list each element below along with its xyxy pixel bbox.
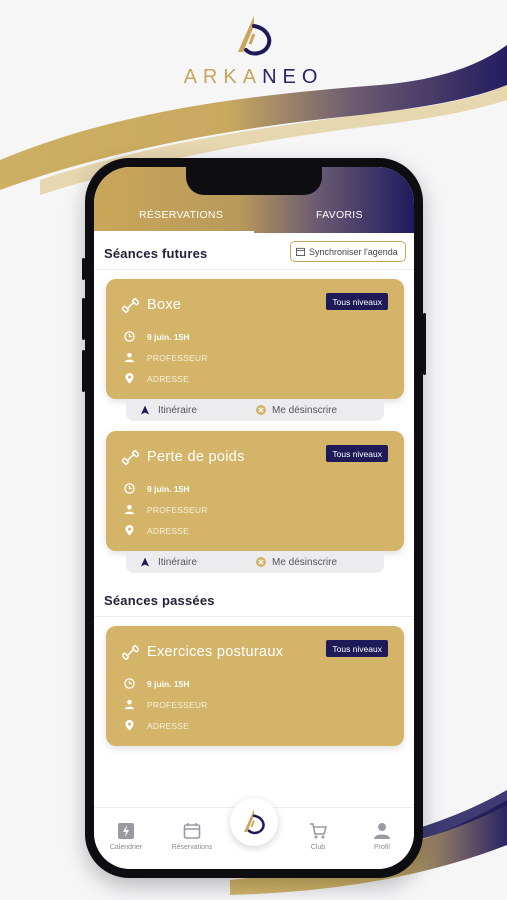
- session-card-exercices-posturaux[interactable]: Exercices posturaux Tous niveaux 9 juin.…: [106, 626, 404, 746]
- unsubscribe-button[interactable]: Me désinscrire: [256, 557, 337, 568]
- logo-icon: [244, 809, 265, 835]
- session-date: 9 juin. 15H: [147, 483, 190, 494]
- tab-reservations[interactable]: RÉSERVATIONS: [139, 209, 223, 221]
- person-icon: [374, 823, 390, 839]
- upcoming-title: Séances futures: [104, 246, 208, 261]
- clock-icon: [124, 331, 135, 342]
- unsubscribe-button[interactable]: Me désinscrire: [256, 405, 337, 416]
- location-pin-icon: [125, 373, 134, 384]
- cart-icon: [310, 823, 327, 839]
- person-icon: [124, 352, 135, 363]
- close-circle-icon: [256, 557, 266, 567]
- clock-icon: [124, 483, 135, 494]
- close-circle-icon: [256, 405, 266, 415]
- clock-icon: [124, 678, 135, 689]
- session-title: Exercices posturaux: [147, 644, 284, 660]
- person-icon: [124, 504, 135, 515]
- bottom-navigation: Calendrier Réservations Club Profil: [94, 798, 414, 869]
- dumbbell-icon: [122, 450, 139, 465]
- session-actions: Itinéraire Me désinscrire: [126, 399, 384, 421]
- navigation-arrow-icon: [141, 557, 149, 567]
- app-screen: RÉSERVATIONS FAVORIS Séances futures Syn…: [94, 167, 414, 869]
- session-teacher: PROFESSEUR: [147, 699, 208, 710]
- nav-reservations[interactable]: Réservations: [164, 822, 220, 851]
- navigation-arrow-icon: [141, 405, 149, 415]
- location-pin-icon: [125, 720, 134, 731]
- location-pin-icon: [125, 525, 134, 536]
- brand-header: ARKANEO: [0, 12, 507, 89]
- sync-calendar-label: Synchroniser l'agenda: [309, 246, 398, 257]
- dumbbell-icon: [122, 645, 139, 660]
- session-address: ADRESSE: [147, 525, 190, 536]
- dumbbell-icon: [122, 298, 139, 313]
- level-badge: Tous niveaux: [326, 445, 388, 462]
- level-badge: Tous niveaux: [326, 293, 388, 310]
- session-address: ADRESSE: [147, 373, 190, 384]
- tab-favorites[interactable]: FAVORIS: [316, 209, 363, 221]
- past-title: Séances passées: [104, 593, 215, 608]
- session-teacher: PROFESSEUR: [147, 352, 208, 363]
- person-icon: [124, 699, 135, 710]
- itinerary-button[interactable]: Itinéraire: [140, 405, 197, 416]
- session-address: ADRESSE: [147, 720, 190, 731]
- sync-calendar-button[interactable]: Synchroniser l'agenda: [290, 241, 406, 262]
- nav-calendrier[interactable]: Calendrier: [98, 822, 154, 851]
- lightning-icon: [118, 823, 134, 839]
- session-card-boxe[interactable]: Boxe Tous niveaux 9 juin. 15H PROFESSEUR…: [106, 279, 404, 399]
- nav-club[interactable]: Club: [290, 822, 346, 851]
- arkaneo-logo-icon: [237, 16, 271, 56]
- level-badge: Tous niveaux: [326, 640, 388, 657]
- calendar-icon: [183, 823, 201, 839]
- session-actions: Itinéraire Me désinscrire: [126, 551, 384, 573]
- active-tab-indicator: [94, 231, 254, 233]
- nav-home-logo[interactable]: [230, 798, 278, 846]
- session-title: Boxe: [147, 297, 182, 313]
- session-date: 9 juin. 15H: [147, 331, 190, 342]
- brand-name: ARKANEO: [183, 66, 324, 88]
- session-date: 9 juin. 15H: [147, 678, 190, 689]
- itinerary-button[interactable]: Itinéraire: [140, 557, 197, 568]
- session-card-perte-de-poids[interactable]: Perte de poids Tous niveaux 9 juin. 15H …: [106, 431, 404, 551]
- nav-profil[interactable]: Profil: [354, 822, 410, 851]
- session-teacher: PROFESSEUR: [147, 504, 208, 515]
- phone-mockup: RÉSERVATIONS FAVORIS Séances futures Syn…: [82, 158, 426, 878]
- phone-notch: [186, 167, 322, 195]
- session-title: Perte de poids: [147, 449, 245, 465]
- calendar-small-icon: [296, 247, 305, 256]
